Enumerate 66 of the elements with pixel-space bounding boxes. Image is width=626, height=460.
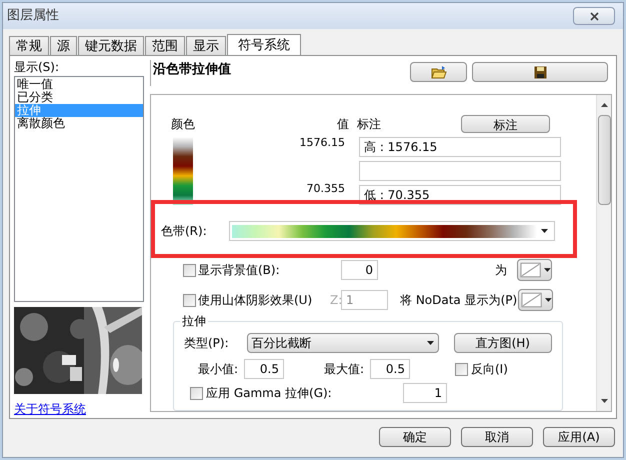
symbol-dropdown[interactable] (518, 289, 553, 311)
panel-title: 沿色带拉伸值 (150, 60, 402, 86)
z-factor-field[interactable]: 1 (341, 290, 388, 310)
caret-icon (541, 229, 548, 233)
value-header: 值 (336, 116, 349, 133)
checkbox[interactable] (455, 362, 468, 376)
dialog-button[interactable]: 取消 (461, 427, 533, 447)
background-label: 显示背景值(B): (198, 262, 281, 279)
help-link[interactable]: 关于符号系统 (14, 400, 144, 418)
window-title: 图层属性 (7, 7, 59, 26)
caret-icon (544, 268, 551, 272)
histogram-button[interactable]: 直方图(H) (454, 333, 552, 353)
color-ramp-label: 色带(R): (160, 223, 208, 240)
show-label: 显示(S): (14, 60, 60, 74)
checkbox[interactable] (190, 386, 203, 400)
list-item[interactable]: 已分类 (15, 91, 143, 104)
gamma-value-field[interactable]: 1 (403, 383, 447, 403)
checkbox[interactable] (183, 264, 196, 276)
color-header: 颜色 (171, 116, 196, 133)
gamma-label: 应用 Gamma 拉伸(G): (206, 385, 333, 402)
label-field[interactable] (359, 161, 561, 181)
dialog-button[interactable]: 确定 (379, 427, 451, 447)
invert-label: 反向(I) (471, 361, 508, 378)
color-ramp-dropdown[interactable] (229, 221, 555, 241)
stretch-group-title: 拉伸 (180, 313, 208, 329)
open-button[interactable] (410, 62, 467, 82)
max-value-field[interactable]: 0.5 (370, 359, 410, 379)
scrollbar[interactable] (596, 95, 611, 411)
as-label: 为 (495, 262, 508, 279)
high-value: 1576.15 (300, 137, 345, 149)
nodata-label: 将 NoData 显示为(P) (400, 292, 518, 309)
close-icon (590, 12, 598, 20)
tab[interactable]: 源 (50, 36, 77, 55)
tab[interactable]: 键元数据 (78, 36, 144, 55)
min-label: 最小值: (198, 361, 240, 378)
symbol-dropdown[interactable] (517, 259, 552, 281)
line-symbol-icon (520, 262, 542, 278)
save-button[interactable] (472, 62, 608, 82)
stretch-type-dropdown[interactable]: 百分比截断 (246, 333, 439, 353)
background-value-field[interactable]: 0 (341, 260, 378, 280)
tab[interactable]: 常规 (9, 36, 49, 55)
tab[interactable]: 符号系统 (227, 34, 301, 56)
caret-icon (545, 298, 552, 302)
z-label: Z: (330, 292, 341, 309)
folder-icon (430, 66, 446, 78)
hillshade-label: 使用山体阴影效果(U) (198, 292, 314, 309)
label-header: 标注 (357, 116, 382, 133)
line-symbol-icon (521, 292, 542, 308)
close-button[interactable] (573, 7, 615, 25)
checkbox[interactable] (183, 294, 196, 306)
low-value: 70.355 (306, 183, 345, 195)
dialog-button[interactable]: 应用(A) (543, 427, 615, 447)
tab[interactable]: 范围 (145, 36, 185, 55)
list-item[interactable]: 唯一值 (15, 78, 143, 91)
color-ramp-preview (173, 137, 193, 205)
caret-icon (426, 341, 434, 345)
scroll-down-icon[interactable] (600, 399, 608, 403)
max-label: 最大值: (324, 361, 366, 378)
label-button[interactable]: 标注 (461, 115, 550, 133)
min-value-field[interactable]: 0.5 (244, 359, 284, 379)
tab[interactable]: 显示 (186, 36, 226, 55)
list-item[interactable]: 离散颜色 (15, 117, 143, 130)
label-field[interactable]: 高 : 1576.15 (359, 137, 561, 157)
type-label: 类型(P): (184, 335, 230, 352)
scroll-up-icon[interactable] (600, 103, 608, 107)
scrollbar-thumb[interactable] (598, 115, 610, 205)
